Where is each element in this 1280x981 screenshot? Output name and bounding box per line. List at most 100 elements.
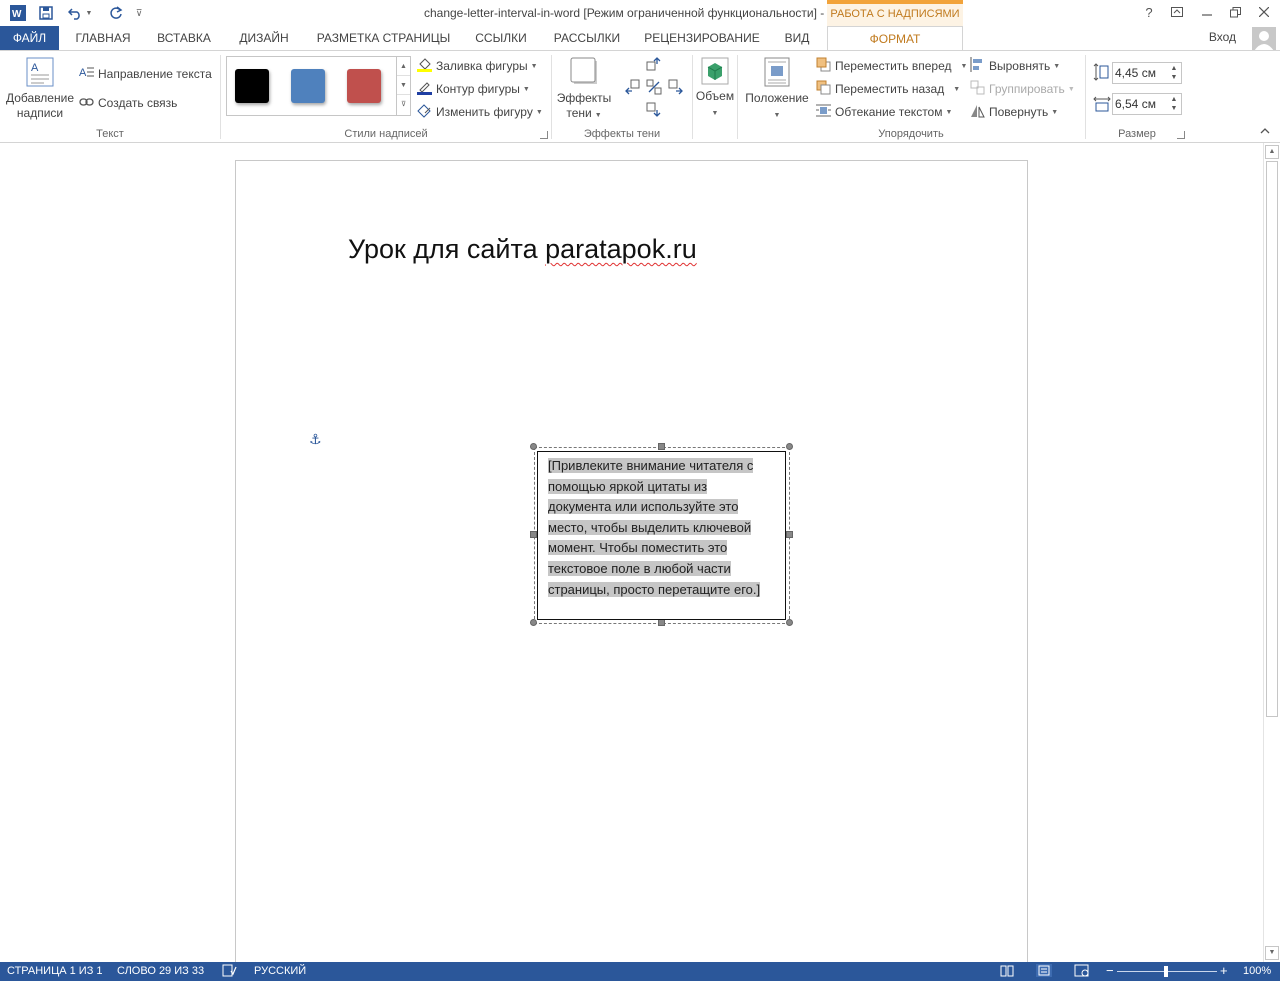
- minimize-icon[interactable]: [1194, 2, 1220, 22]
- style-swatch-blue[interactable]: [291, 69, 325, 103]
- text-box[interactable]: [Привлеките внимание читателя с помощью …: [537, 451, 786, 620]
- document-area[interactable]: Урок для сайта paratapok.ru ⚓ [Привлекит…: [0, 143, 1263, 962]
- size-dialog-launcher-icon[interactable]: [1177, 131, 1185, 139]
- resize-handle-sw[interactable]: [530, 619, 537, 626]
- align-button[interactable]: Выровнять ▼: [970, 57, 1060, 75]
- style-swatch-red[interactable]: [347, 69, 381, 103]
- tab-insert[interactable]: ВСТАВКА: [146, 26, 222, 50]
- scroll-up-icon[interactable]: ▲: [1265, 145, 1279, 159]
- print-layout-icon[interactable]: [1036, 964, 1052, 980]
- width-down-icon[interactable]: ▼: [1169, 104, 1179, 113]
- rotate-label: Повернуть: [989, 105, 1049, 119]
- tab-page-layout[interactable]: РАЗМЕТКА СТРАНИЦЫ: [306, 26, 461, 50]
- shadow-on-off-icon[interactable]: [646, 79, 662, 95]
- resize-handle-nw[interactable]: [530, 443, 537, 450]
- selected-text[interactable]: [Привлеките внимание читателя с помощью …: [548, 458, 761, 597]
- tab-file[interactable]: ФАЙЛ: [0, 26, 59, 50]
- change-shape-button[interactable]: Изменить фигуру ▼: [417, 103, 543, 121]
- dialog-launcher-icon[interactable]: [540, 131, 548, 139]
- resize-handle-n[interactable]: [658, 443, 665, 450]
- create-link-button[interactable]: Создать связь: [79, 96, 177, 110]
- nudge-shadow-down-icon[interactable]: [646, 102, 662, 118]
- zoom-level[interactable]: 100%: [1243, 965, 1271, 977]
- word-count[interactable]: СЛОВО 29 ИЗ 33: [117, 965, 204, 977]
- tab-design[interactable]: ДИЗАЙН: [222, 26, 306, 50]
- tab-format[interactable]: ФОРМАТ: [827, 26, 963, 51]
- misspelled-word[interactable]: paratapok.ru: [545, 234, 697, 264]
- nudge-shadow-left-icon[interactable]: [624, 79, 640, 95]
- tab-mailings[interactable]: РАССЫЛКИ: [541, 26, 633, 50]
- document-page[interactable]: Урок для сайта paratapok.ru ⚓ [Привлекит…: [235, 160, 1028, 962]
- nudge-shadow-up-icon[interactable]: [646, 56, 662, 72]
- avatar[interactable]: [1252, 27, 1276, 51]
- volume-button[interactable]: Объем ▼: [694, 57, 736, 121]
- restore-icon[interactable]: [1222, 2, 1248, 22]
- resize-handle-e[interactable]: [786, 531, 793, 538]
- send-backward-label: Переместить назад: [835, 82, 945, 96]
- resize-handle-s[interactable]: [658, 619, 665, 626]
- scroll-thumb[interactable]: [1266, 161, 1278, 717]
- bring-forward-button[interactable]: Переместить вперед ▼: [816, 57, 967, 75]
- paint-bucket-icon: [417, 57, 432, 75]
- resize-handle-se[interactable]: [786, 619, 793, 626]
- change-shape-label: Изменить фигуру: [436, 105, 533, 119]
- language[interactable]: РУССКИЙ: [254, 965, 306, 977]
- wrap-text-button[interactable]: Обтекание текстом ▼: [816, 103, 952, 121]
- zoom-out-icon[interactable]: −: [1106, 963, 1114, 978]
- proofing-icon[interactable]: [222, 964, 237, 980]
- anchor-icon[interactable]: ⚓: [309, 431, 322, 448]
- text-box-content[interactable]: [Привлеките внимание читателя с помощью …: [548, 456, 768, 600]
- sign-in-link[interactable]: Вход: [1209, 30, 1236, 44]
- tab-review[interactable]: РЕЦЕНЗИРОВАНИЕ: [633, 26, 771, 50]
- edit-shape-icon: [417, 103, 432, 121]
- text-direction-button[interactable]: A Направление текста: [79, 65, 212, 82]
- close-icon[interactable]: [1251, 2, 1277, 22]
- vertical-scrollbar[interactable]: ▲ ▼: [1263, 143, 1280, 962]
- height-up-icon[interactable]: ▲: [1169, 64, 1179, 73]
- send-backward-button[interactable]: Переместить назад ▼: [816, 80, 960, 98]
- page-count[interactable]: СТРАНИЦА 1 ИЗ 1: [7, 965, 103, 977]
- gallery-down-icon[interactable]: ▼: [397, 76, 410, 95]
- svg-text:A: A: [31, 62, 39, 74]
- shape-fill-button[interactable]: Заливка фигуры ▼: [417, 57, 538, 75]
- resize-handle-ne[interactable]: [786, 443, 793, 450]
- textbox-styles-group-label: Стили надписей: [344, 128, 428, 140]
- width-spinner[interactable]: ▲ ▼: [1112, 93, 1182, 115]
- rotate-icon: [970, 103, 985, 121]
- group-label: Группировать: [989, 82, 1065, 96]
- width-up-icon[interactable]: ▲: [1169, 95, 1179, 104]
- tab-references[interactable]: ССЫЛКИ: [461, 26, 541, 50]
- tab-view[interactable]: ВИД: [771, 26, 823, 50]
- gallery-more-icon[interactable]: ⊽: [397, 95, 410, 114]
- shape-outline-button[interactable]: Контур фигуры ▼: [417, 80, 530, 98]
- add-caption-label-2: надписи: [16, 106, 64, 120]
- style-swatch-black[interactable]: [235, 69, 269, 103]
- zoom-in-icon[interactable]: +: [1220, 963, 1228, 978]
- collapse-ribbon-icon[interactable]: [1260, 127, 1270, 134]
- read-mode-icon[interactable]: [1000, 964, 1014, 980]
- group-objects-icon: [970, 80, 985, 98]
- size-group-label: Размер: [1118, 128, 1156, 140]
- context-tab-group-header: РАБОТА С НАДПИСЯМИ: [827, 0, 963, 26]
- volume-label: Объем: [695, 89, 735, 103]
- web-layout-icon[interactable]: [1074, 964, 1090, 980]
- zoom-slider-thumb[interactable]: [1164, 966, 1168, 977]
- group-button[interactable]: Группировать ▼: [970, 80, 1075, 98]
- rotate-button[interactable]: Повернуть ▼: [970, 103, 1058, 121]
- ribbon-display-options-icon[interactable]: [1164, 2, 1190, 22]
- help-button[interactable]: ?: [1136, 2, 1162, 22]
- gallery-up-icon[interactable]: ▲: [397, 57, 410, 76]
- document-heading[interactable]: Урок для сайта paratapok.ru: [348, 234, 697, 265]
- window-title: change-letter-interval-in-word [Режим ог…: [423, 6, 857, 20]
- nudge-shadow-right-icon[interactable]: [668, 79, 684, 95]
- shadow-effects-button[interactable]: Эффекты тени ▼: [554, 57, 614, 123]
- position-button[interactable]: Положение ▼: [740, 57, 814, 123]
- height-down-icon[interactable]: ▼: [1169, 73, 1179, 82]
- scroll-down-icon[interactable]: ▼: [1265, 946, 1279, 960]
- add-caption-button[interactable]: A Добавление надписи: [2, 57, 78, 121]
- height-input[interactable]: [1115, 65, 1167, 81]
- tab-home[interactable]: ГЛАВНАЯ: [60, 26, 146, 50]
- width-input[interactable]: [1115, 96, 1167, 112]
- height-spinner[interactable]: ▲ ▼: [1112, 62, 1182, 84]
- resize-handle-w[interactable]: [530, 531, 537, 538]
